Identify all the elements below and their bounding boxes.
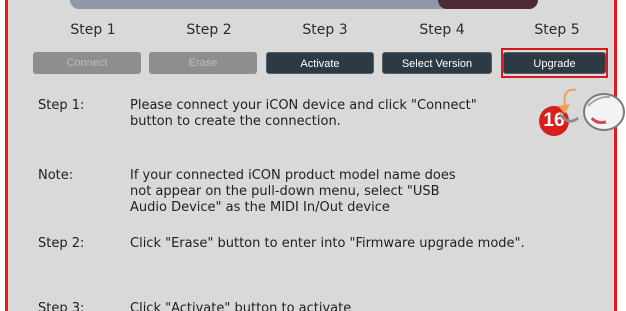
instruction-label-note: Note:	[38, 168, 74, 183]
step-heading-4: Step 4	[419, 22, 465, 38]
firmware-upgrade-panel: Step 1 Step 2 Step 3 Step 4 Step 5 Conne…	[5, 0, 617, 311]
instruction-text-step-3: Click "Activate" button to activate	[130, 301, 352, 311]
step-heading-1: Step 1	[70, 22, 116, 38]
instruction-text-note: If your connected iCON product model nam…	[130, 168, 456, 215]
instruction-text-step-1: Please connect your iCON device and clic…	[130, 98, 477, 129]
step-heading-5: Step 5	[534, 22, 580, 38]
step-heading-2: Step 2	[186, 22, 232, 38]
instruction-label-step-3: Step 3:	[38, 301, 85, 311]
instruction-label-step-1: Step 1:	[38, 98, 85, 113]
window-top-strip-accent	[438, 0, 538, 9]
instruction-text-step-2: Click "Erase" button to enter into "Firm…	[130, 236, 525, 251]
mouse-click-icon	[552, 82, 626, 144]
erase-button[interactable]: Erase	[149, 52, 257, 74]
connect-button[interactable]: Connect	[33, 52, 141, 74]
upgrade-highlight-box	[501, 48, 608, 78]
activate-button[interactable]: Activate	[266, 52, 374, 74]
step-heading-3: Step 3	[302, 22, 348, 38]
select-version-button[interactable]: Select Version	[382, 52, 492, 74]
instruction-label-step-2: Step 2:	[38, 236, 85, 251]
